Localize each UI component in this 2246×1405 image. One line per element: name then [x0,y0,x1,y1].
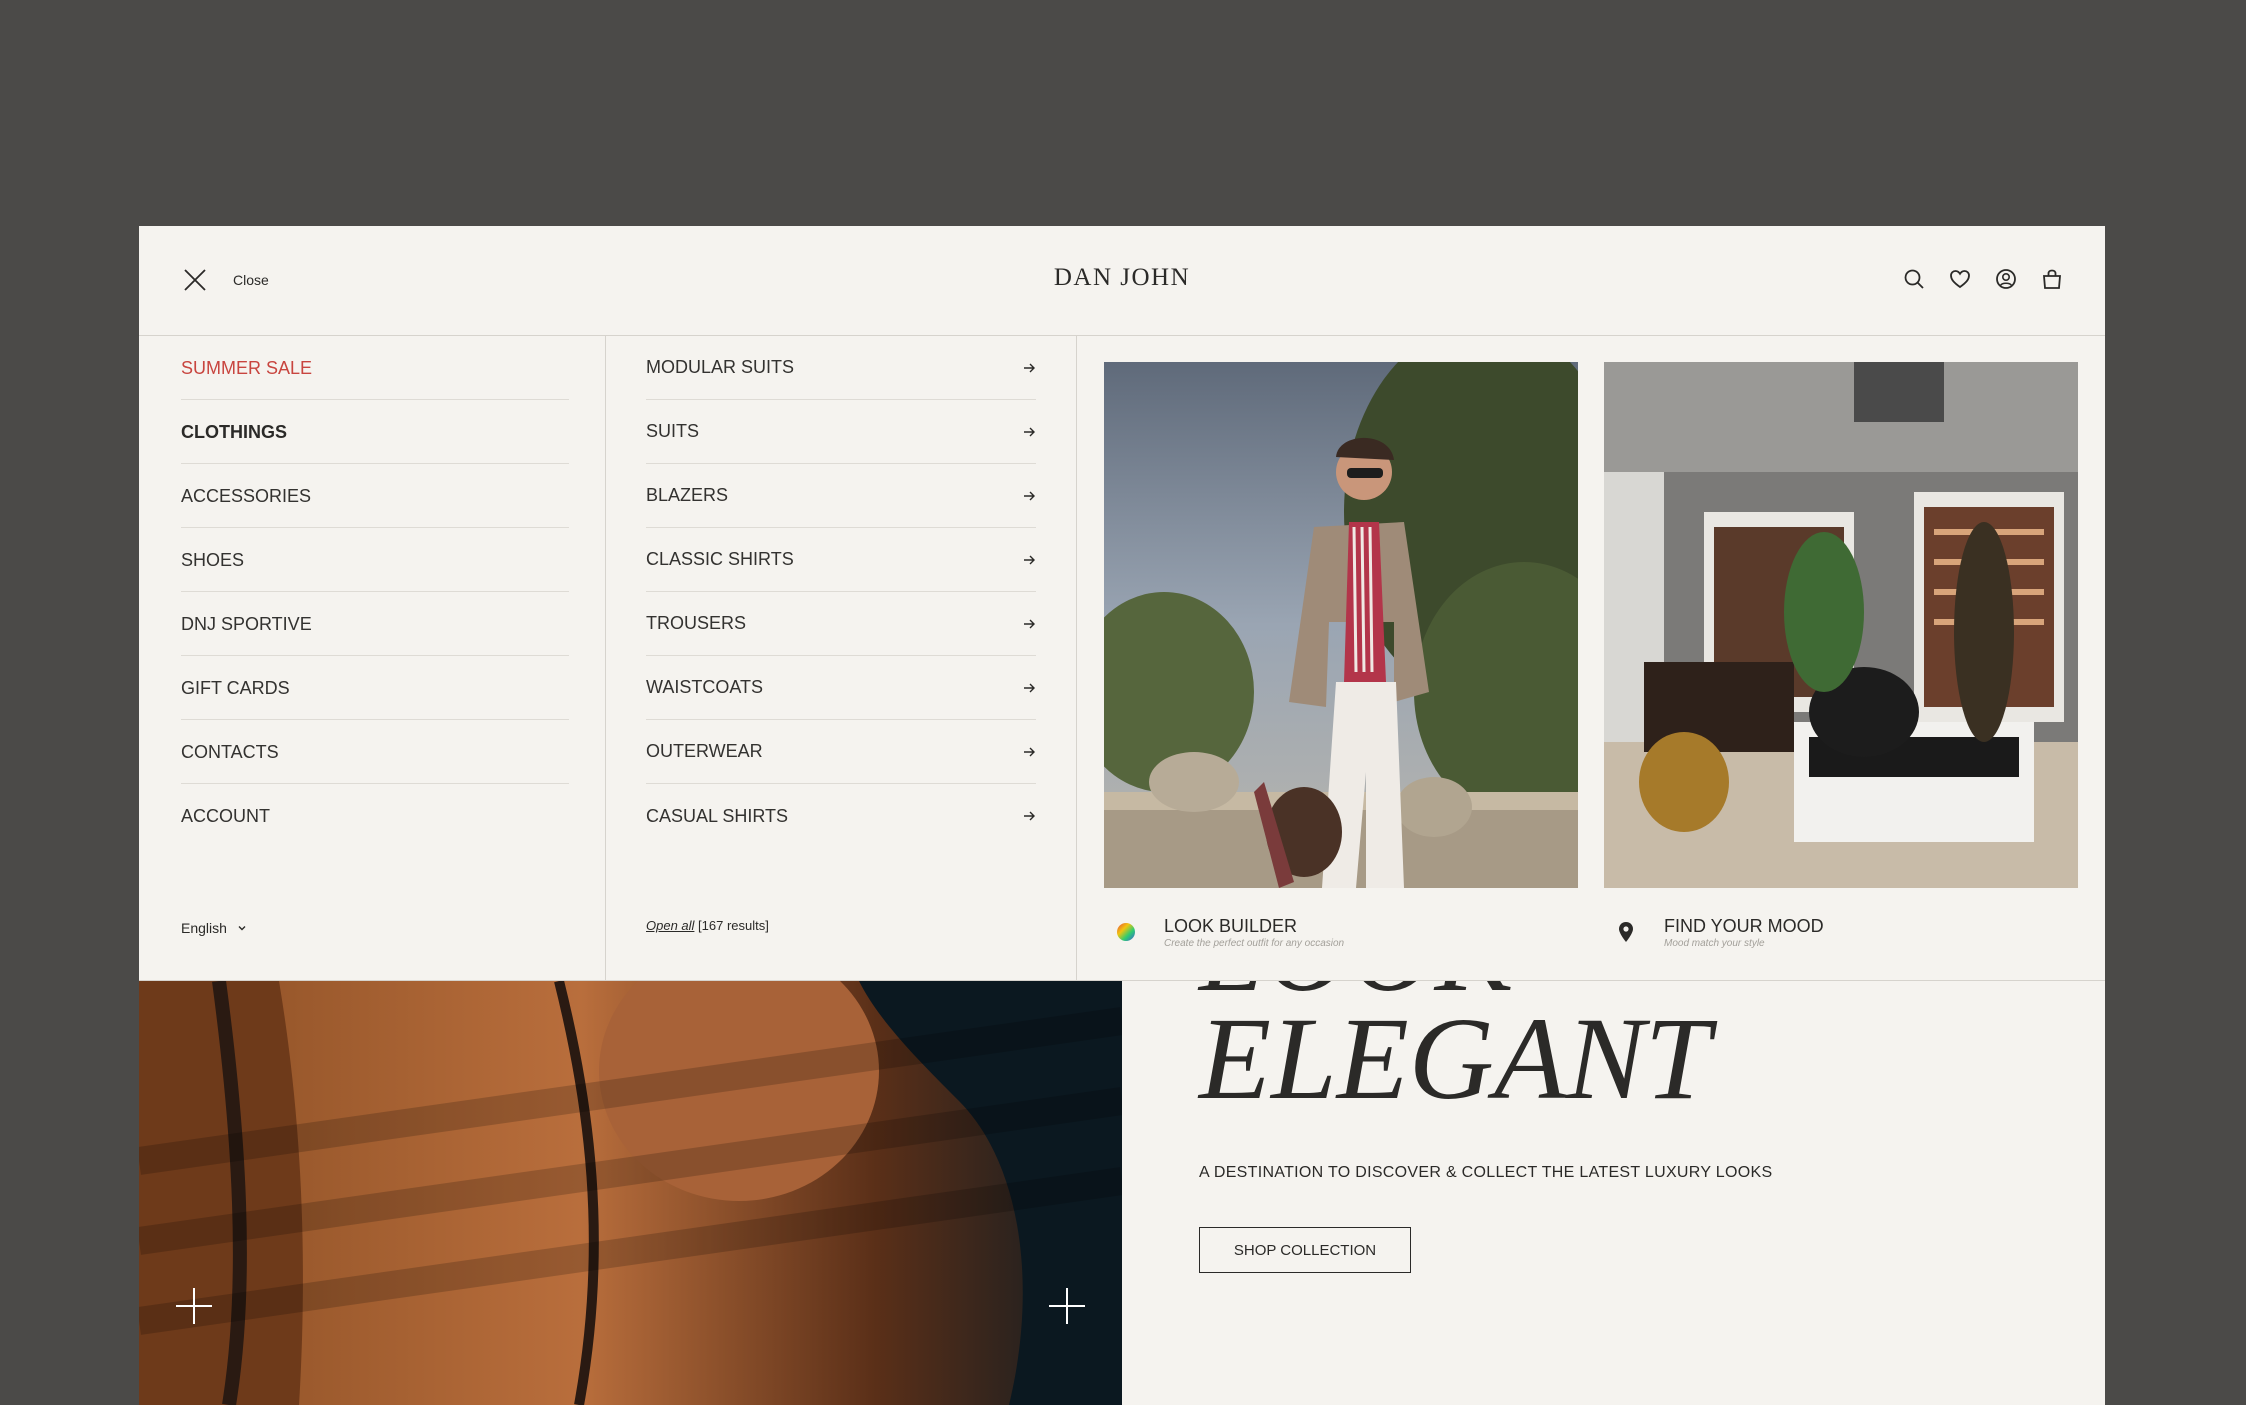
submenu-item-outerwear[interactable]: OUTERWEAR [646,720,1036,784]
arrow-right-icon [1024,491,1035,500]
main-menu-item-accessories[interactable]: ACCESSORIES [181,464,569,528]
look-builder-image[interactable] [1104,362,1578,888]
bag-icon[interactable] [2041,268,2063,290]
main-menu-item-clothings[interactable]: CLOTHINGS [181,400,569,464]
submenu-item-modular-suits[interactable]: MODULAR SUITS [646,336,1036,400]
close-label: Close [233,272,269,288]
arrow-right-icon [1024,811,1035,821]
arrow-right-icon [1024,363,1035,372]
menu-overlay-frame: Close DAN JOHN SUMMER SALE CLOTHINGS ACCES… [139,226,2105,1405]
heart-icon[interactable] [1949,268,1971,290]
search-icon[interactable] [1903,268,1925,290]
find-your-mood-image[interactable] [1604,362,2078,888]
main-menu-item-gift-cards[interactable]: GIFT CARDS [181,656,569,720]
arrow-right-icon [1024,683,1035,692]
submenu-item-classic-shirts[interactable]: CLASSIC SHIRTS [646,528,1036,592]
arrow-right-icon [1024,747,1035,756]
color-wheel-icon [1117,923,1135,941]
main-menu-item-contacts[interactable]: CONTACTS [181,720,569,784]
chevron-down-icon [238,926,246,931]
submenu-item-suits[interactable]: SUITS [646,400,1036,464]
mega-menu: SUMMER SALE CLOTHINGS ACCESSORIES SHOES DNJ … [139,336,2105,981]
arrow-right-icon [1024,555,1035,564]
submenu-column: MODULAR SUITS SUITS BLAZERS CLASSIC SHIRTS T… [606,336,1077,980]
look-builder-title: LOOK BUILDER [1164,916,1298,936]
main-menu-item-summer-sale[interactable]: SUMMER SALE [181,336,569,400]
look-builder-subtitle: Create the perfect outfit for any occasi… [1164,938,1345,949]
hotspot-plus-right[interactable] [1047,1286,1087,1326]
find-your-mood-card[interactable]: FIND YOUR MOOD Mood match your style [1604,362,2078,949]
submenu-item-label: BLAZERS [646,485,729,505]
hotspot-plus-left[interactable] [174,1286,214,1326]
close-button[interactable]: Close [181,266,269,294]
main-menu-list: SUMMER SALE CLOTHINGS ACCESSORIES SHOES DNJ … [181,336,569,848]
submenu-item-label: CASUAL SHIRTS [646,805,789,826]
look-builder-caption[interactable]: LOOK BUILDER Create the perfect outfit f… [1116,916,1578,949]
submenu-item-casual-shirts[interactable]: CASUAL SHIRTS [646,784,1036,848]
close-icon [184,269,206,291]
arrow-right-icon [1024,619,1035,628]
plus-icon [1049,1288,1085,1324]
header: Close DAN JOHN [139,226,2105,336]
main-menu-item-dnj-sportive[interactable]: DNJ SPORTIVE [181,592,569,656]
shop-collection-button[interactable]: SHOP COLLECTION [1199,1227,1411,1273]
open-all-row: Open all [167 results] [646,918,769,933]
submenu-item-blazers[interactable]: BLAZERS [646,464,1036,528]
submenu-item-label: TROUSERS [646,613,747,633]
hero-text-panel: LOOK ELEGANT A DESTINATION TO DISCOVER &… [1122,892,2105,1405]
main-menu-item-account[interactable]: ACCOUNT [181,784,569,848]
look-builder-card[interactable]: LOOK BUILDER Create the perfect outfit f… [1104,362,1578,949]
results-count: [167 results] [698,918,769,933]
promo-column: LOOK BUILDER Create the perfect outfit f… [1077,336,2105,980]
open-all-link[interactable]: Open all [646,918,694,933]
submenu-item-label: WAISTCOATS [646,677,763,697]
submenu-item-trousers[interactable]: TROUSERS [646,592,1036,656]
language-selector[interactable]: English [181,920,247,936]
hero-title: ELEGANT [1199,993,1711,1124]
find-your-mood-subtitle: Mood match your style [1664,938,1765,949]
hero-subtitle: A DESTINATION TO DISCOVER & COLLECT THE … [1199,1164,1773,1181]
header-icons [1903,268,2063,290]
submenu-list: MODULAR SUITS SUITS BLAZERS CLASSIC SHIRTS T… [646,336,1036,848]
user-icon[interactable] [1995,268,2017,290]
brand-logo[interactable]: DAN JOHN [139,264,2105,292]
submenu-item-label: MODULAR SUITS [646,357,795,377]
location-pin-icon [1619,922,1633,942]
hero-image [139,981,1122,1405]
submenu-item-waistcoats[interactable]: WAISTCOATS [646,656,1036,720]
submenu-item-label: OUTERWEAR [646,741,763,761]
main-menu-column: SUMMER SALE CLOTHINGS ACCESSORIES SHOES DNJ … [139,336,606,980]
language-label: English [181,920,227,936]
main-menu-item-shoes[interactable]: SHOES [181,528,569,592]
submenu-item-label: CLASSIC SHIRTS [646,549,794,569]
arrow-right-icon [1024,427,1035,436]
plus-icon [176,1288,212,1324]
find-your-mood-caption[interactable]: FIND YOUR MOOD Mood match your style [1616,916,2078,949]
submenu-item-label: SUITS [646,421,700,441]
find-your-mood-title: FIND YOUR MOOD [1664,916,1824,936]
